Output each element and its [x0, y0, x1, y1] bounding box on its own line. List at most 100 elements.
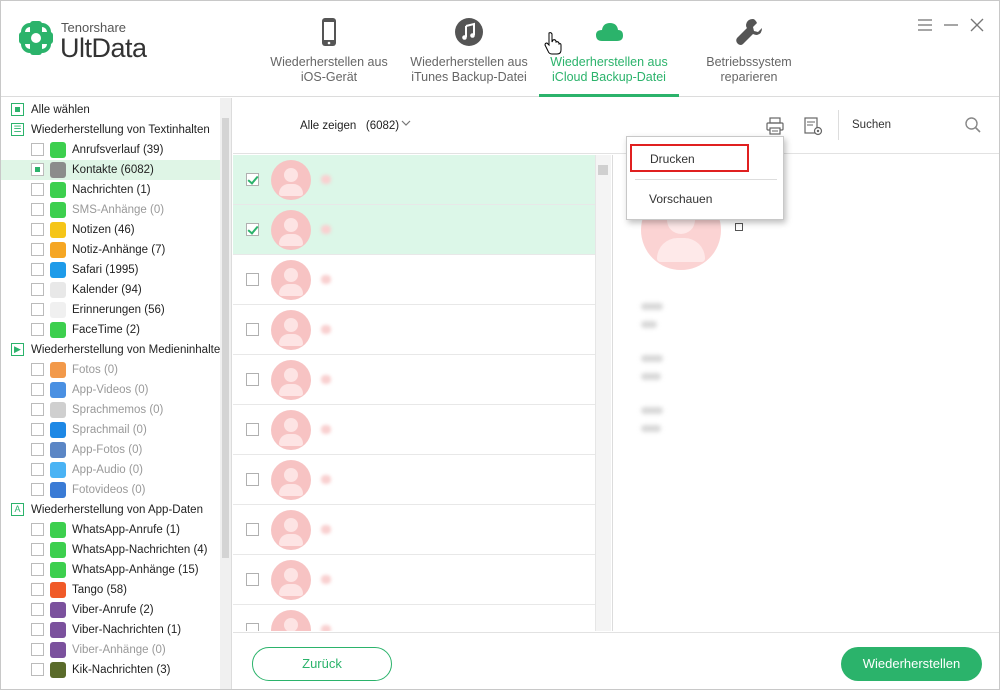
- sidebar-item-checkbox[interactable]: [31, 323, 44, 336]
- select-all-checkbox[interactable]: [11, 103, 24, 116]
- sidebar-item-checkbox[interactable]: [31, 163, 44, 176]
- row-checkbox[interactable]: [246, 323, 259, 336]
- sidebar-item-checkbox[interactable]: [31, 423, 44, 436]
- table-row[interactable]: [233, 205, 595, 255]
- avatar: [271, 560, 311, 600]
- sidebar-item-checkbox[interactable]: [31, 543, 44, 556]
- sidebar-item[interactable]: Viber-Anrufe (2): [1, 600, 221, 620]
- table-row[interactable]: [233, 155, 595, 205]
- close-icon[interactable]: [969, 17, 985, 33]
- tab-repair-system[interactable]: Betriebssystem reparieren: [683, 1, 815, 97]
- sidebar-item[interactable]: WhatsApp-Anrufe (1): [1, 520, 221, 540]
- row-checkbox[interactable]: [246, 173, 259, 186]
- row-checkbox[interactable]: [246, 473, 259, 486]
- sidebar-item-checkbox[interactable]: [31, 263, 44, 276]
- sidebar-item-checkbox[interactable]: [31, 403, 44, 416]
- printer-icon[interactable]: [765, 116, 785, 136]
- sidebar-item-checkbox[interactable]: [31, 383, 44, 396]
- sidebar-item-checkbox[interactable]: [31, 203, 44, 216]
- sidebar-item-checkbox[interactable]: [31, 643, 44, 656]
- search-icon[interactable]: [964, 116, 982, 134]
- sidebar-item[interactable]: App-Audio (0): [1, 460, 221, 480]
- sidebar-item[interactable]: Nachrichten (1): [1, 180, 221, 200]
- show-all-filter[interactable]: Alle zeigen (6082): [300, 120, 399, 132]
- menu-item-print[interactable]: Drucken: [630, 144, 749, 172]
- sidebar-item[interactable]: Kontakte (6082): [1, 160, 221, 180]
- sidebar-item-checkbox[interactable]: [31, 583, 44, 596]
- sidebar-item[interactable]: FaceTime (2): [1, 320, 221, 340]
- sidebar-item[interactable]: WhatsApp-Nachrichten (4): [1, 540, 221, 560]
- sidebar-item[interactable]: Sprachmail (0): [1, 420, 221, 440]
- detail-checkbox[interactable]: [735, 223, 743, 231]
- sidebar-item[interactable]: Anrufsverlauf (39): [1, 140, 221, 160]
- sidebar-item[interactable]: App-Videos (0): [1, 380, 221, 400]
- sidebar-item-checkbox[interactable]: [31, 623, 44, 636]
- sidebar-item-checkbox[interactable]: [31, 483, 44, 496]
- chevron-down-icon[interactable]: [401, 118, 411, 128]
- sidebar-item[interactable]: Notizen (46): [1, 220, 221, 240]
- sidebar-item-checkbox[interactable]: [31, 223, 44, 236]
- tab-ios-device[interactable]: Wiederherstellen aus iOS-Gerät: [263, 1, 395, 97]
- sidebar-item-checkbox[interactable]: [31, 243, 44, 256]
- sidebar-item[interactable]: Kik-Nachrichten (3): [1, 660, 221, 680]
- table-row[interactable]: [233, 505, 595, 555]
- sidebar-item[interactable]: Fotos (0): [1, 360, 221, 380]
- restore-button[interactable]: Wiederherstellen: [841, 647, 982, 681]
- sidebar-item[interactable]: Tango (58): [1, 580, 221, 600]
- sidebar-item[interactable]: Erinnerungen (56): [1, 300, 221, 320]
- sidebar-item-checkbox[interactable]: [31, 183, 44, 196]
- table-row[interactable]: [233, 555, 595, 605]
- row-checkbox[interactable]: [246, 423, 259, 436]
- sidebar-item-checkbox[interactable]: [31, 463, 44, 476]
- sidebar-item-checkbox[interactable]: [31, 603, 44, 616]
- sidebar-item[interactable]: Fotovideos (0): [1, 480, 221, 500]
- show-all-count: (6082): [365, 120, 400, 132]
- sidebar-item[interactable]: Viber-Anhänge (0): [1, 640, 221, 660]
- sidebar-select-all[interactable]: Alle wählen: [1, 100, 221, 120]
- table-row[interactable]: [233, 255, 595, 305]
- sidebar-item-checkbox[interactable]: [31, 143, 44, 156]
- list-scrollbar-thumb[interactable]: [598, 165, 608, 175]
- row-checkbox[interactable]: [246, 223, 259, 236]
- sidebar-item[interactable]: Viber-Nachrichten (1): [1, 620, 221, 640]
- sidebar-item[interactable]: Kalender (94): [1, 280, 221, 300]
- row-checkbox[interactable]: [246, 523, 259, 536]
- menu-icon[interactable]: [917, 17, 933, 33]
- sidebar-item-checkbox[interactable]: [31, 303, 44, 316]
- sidebar-item-label: App-Fotos (0): [72, 444, 143, 456]
- row-checkbox[interactable]: [246, 273, 259, 286]
- list-scrollbar[interactable]: [595, 155, 611, 631]
- footer-bar: Zurück Wiederherstellen: [233, 632, 999, 689]
- tab-label-line1: Wiederherstellen aus: [550, 55, 668, 69]
- search-input[interactable]: Suchen: [852, 119, 891, 131]
- sidebar-item-checkbox[interactable]: [31, 563, 44, 576]
- sidebar-item-checkbox[interactable]: [31, 283, 44, 296]
- sidebar-item-checkbox[interactable]: [31, 443, 44, 456]
- minimize-icon[interactable]: [943, 17, 959, 33]
- row-checkbox[interactable]: [246, 573, 259, 586]
- table-row[interactable]: [233, 405, 595, 455]
- sidebar-group-header[interactable]: ☰ Wiederherstellung von Textinhalten: [1, 120, 221, 140]
- sidebar-item-checkbox[interactable]: [31, 523, 44, 536]
- sidebar-scrollbar-thumb[interactable]: [222, 118, 229, 558]
- row-checkbox[interactable]: [246, 623, 259, 631]
- sidebar-item-checkbox[interactable]: [31, 663, 44, 676]
- menu-item-preview[interactable]: Vorschauen: [649, 192, 712, 206]
- sidebar-item[interactable]: SMS-Anhänge (0): [1, 200, 221, 220]
- table-row[interactable]: [233, 455, 595, 505]
- tab-itunes-backup[interactable]: Wiederherstellen aus iTunes Backup-Datei: [403, 1, 535, 97]
- row-checkbox[interactable]: [246, 373, 259, 386]
- sidebar-item[interactable]: Sprachmemos (0): [1, 400, 221, 420]
- back-button[interactable]: Zurück: [252, 647, 392, 681]
- table-row[interactable]: [233, 355, 595, 405]
- sidebar-item[interactable]: Notiz-Anhänge (7): [1, 240, 221, 260]
- sidebar-group-header[interactable]: ▶ Wiederherstellung von Medieninhalten: [1, 340, 227, 360]
- export-settings-icon[interactable]: [803, 116, 823, 136]
- sidebar-item[interactable]: App-Fotos (0): [1, 440, 221, 460]
- table-row[interactable]: [233, 305, 595, 355]
- sidebar-item[interactable]: Safari (1995): [1, 260, 221, 280]
- sidebar-item-checkbox[interactable]: [31, 363, 44, 376]
- table-row[interactable]: [233, 605, 595, 631]
- sidebar-item[interactable]: WhatsApp-Anhänge (15): [1, 560, 221, 580]
- sidebar-group-header[interactable]: A Wiederherstellung von App-Daten: [1, 500, 221, 520]
